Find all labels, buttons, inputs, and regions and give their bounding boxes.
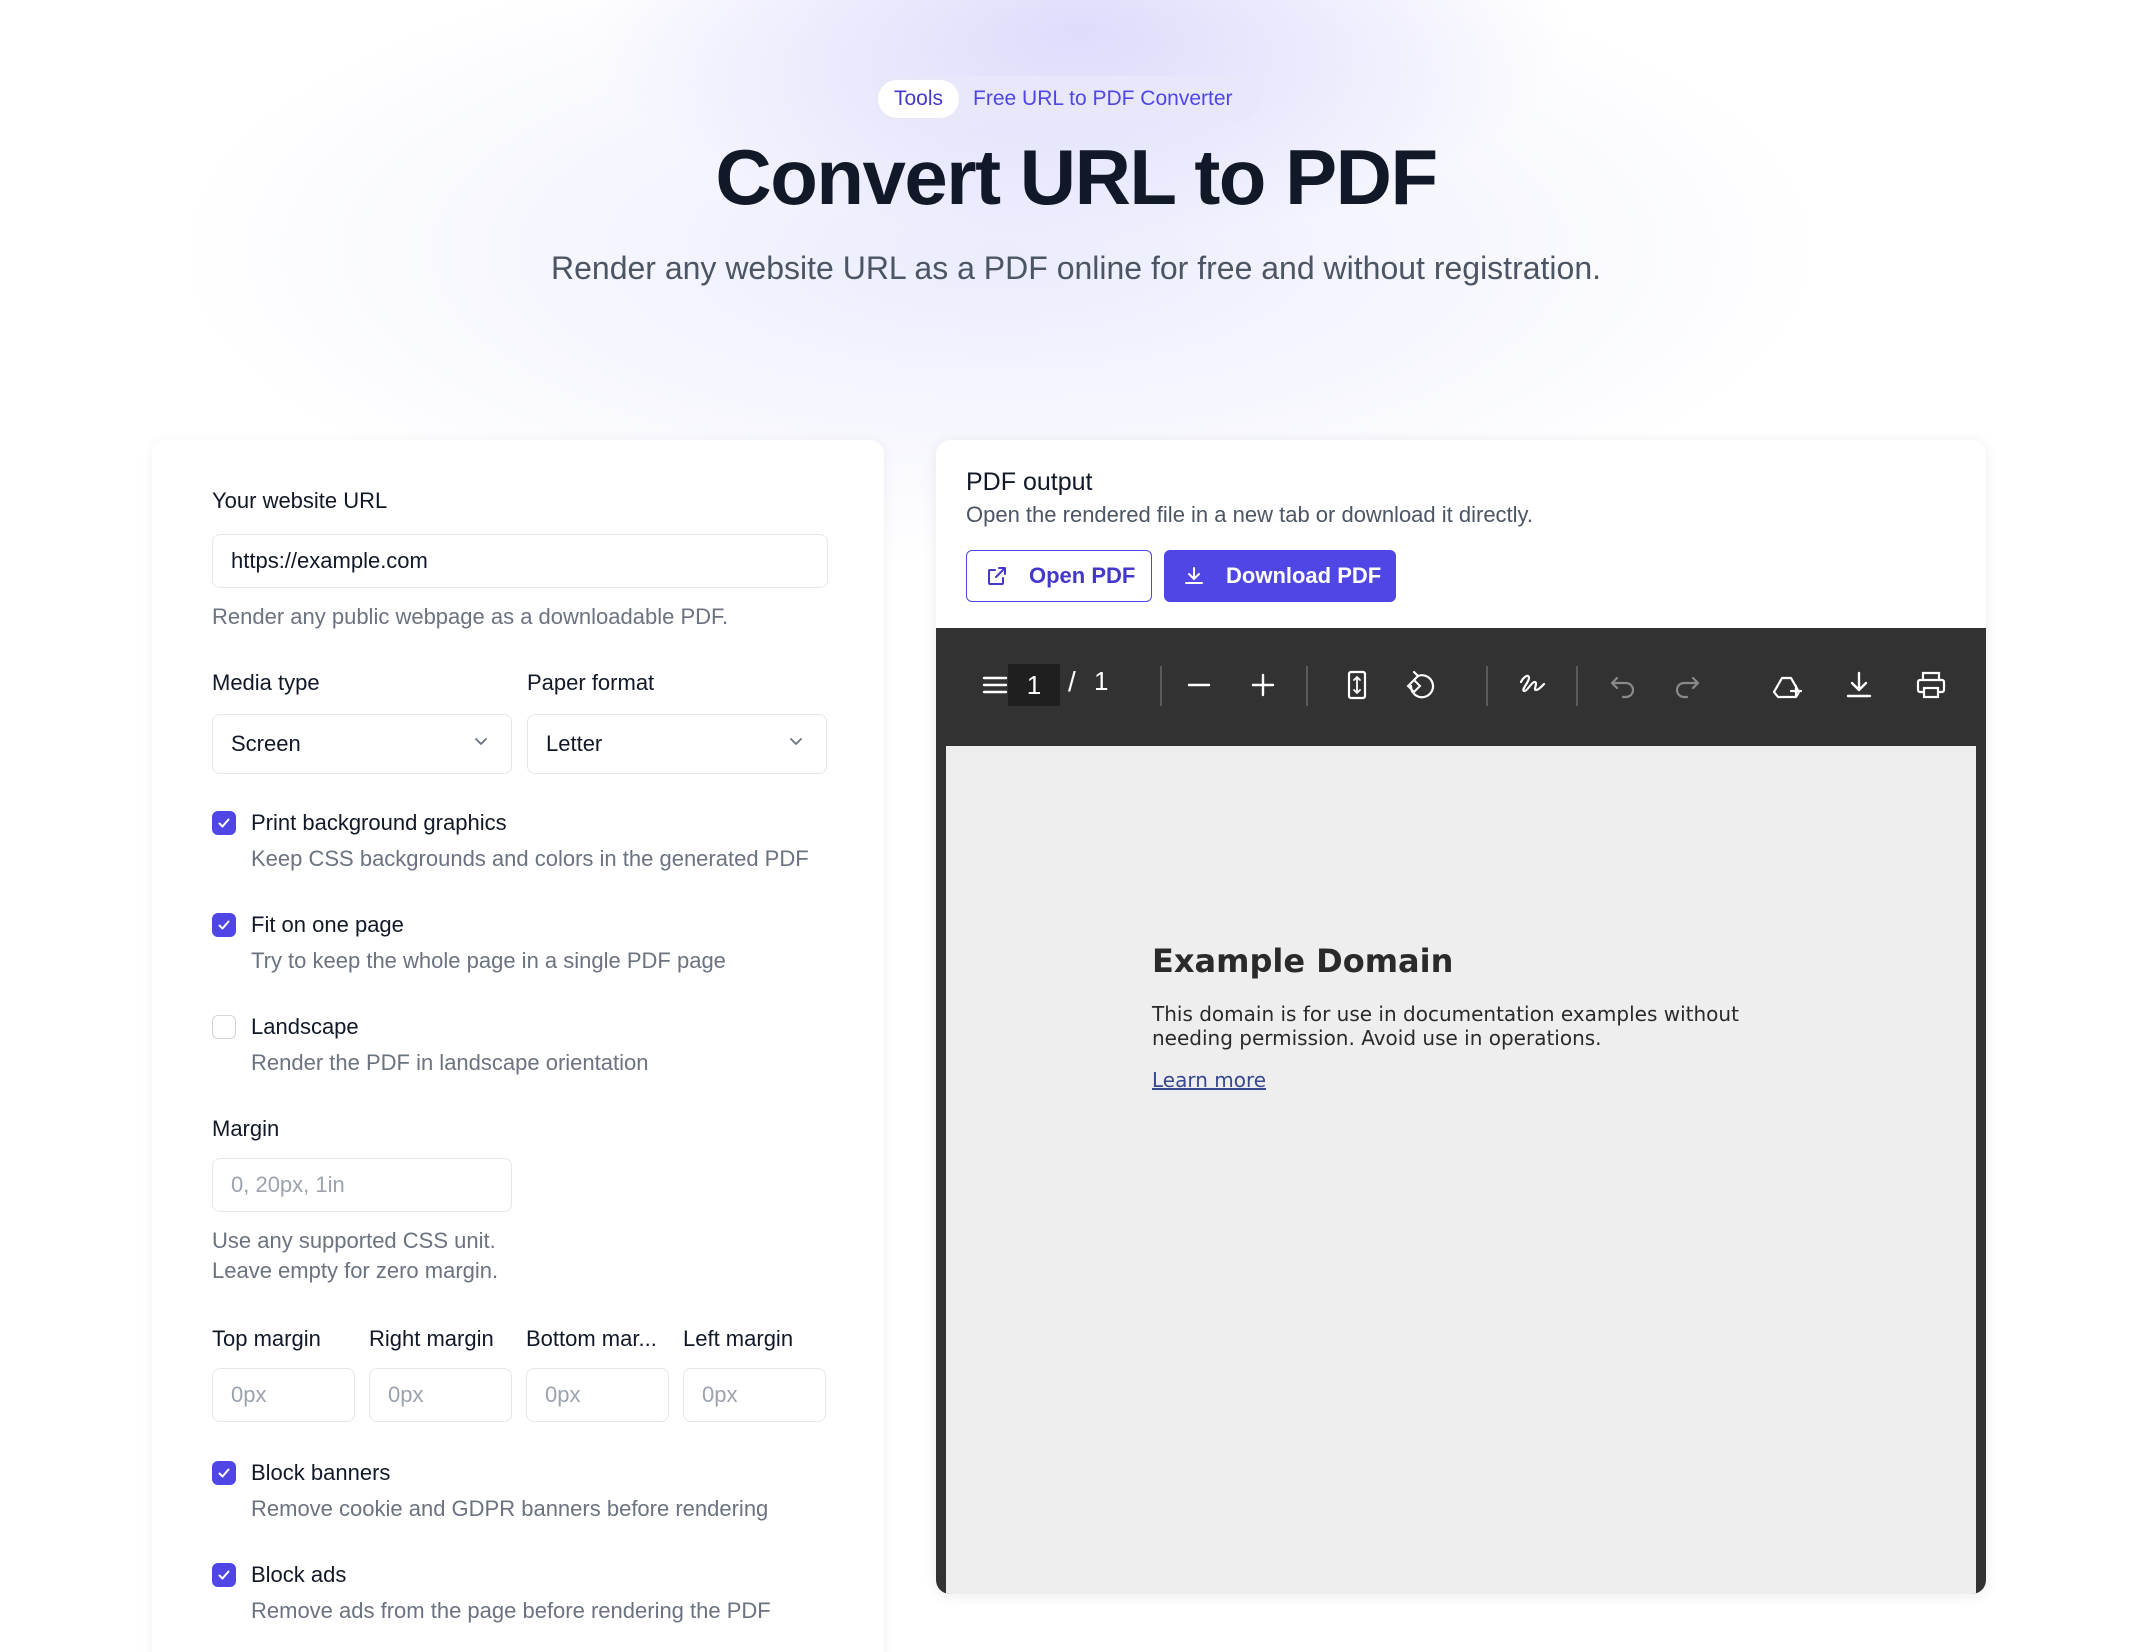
- print-background-desc: Keep CSS backgrounds and colors in the g…: [251, 846, 809, 871]
- doc-paragraph: This domain is for use in documentation …: [1152, 1002, 1739, 1050]
- undo-icon[interactable]: [1606, 668, 1640, 702]
- print-background-label[interactable]: Print background graphics: [251, 810, 507, 836]
- toolbar-divider: [1160, 666, 1162, 706]
- download-pdf-button[interactable]: Download PDF: [1164, 550, 1396, 602]
- zoom-out-icon[interactable]: [1182, 668, 1216, 702]
- pdf-output-title: PDF output: [966, 468, 1093, 496]
- pdf-output-card: PDF output Open the rendered file in a n…: [936, 440, 1986, 1594]
- open-pdf-label: Open PDF: [1029, 563, 1136, 588]
- breadcrumb-badge: Tools Free URL to PDF Converter: [874, 76, 1260, 122]
- external-link-icon: [988, 567, 1006, 585]
- block-ads-label[interactable]: Block ads: [251, 1562, 346, 1588]
- url-hint: Render any public webpage as a downloada…: [212, 604, 729, 629]
- page-title: Convert URL to PDF: [715, 133, 1438, 221]
- rotate-icon[interactable]: [1404, 668, 1438, 702]
- media-type-label: Media type: [212, 670, 320, 695]
- paper-format-label: Paper format: [527, 670, 655, 695]
- doc-learn-more-link[interactable]: Learn more: [1152, 1068, 1266, 1092]
- doc-heading: Example Domain: [1152, 942, 1454, 980]
- fit-page-icon[interactable]: [1340, 668, 1374, 702]
- pdf-toolbar: 1 / 1: [936, 628, 1986, 742]
- pdf-page: Example Domain This domain is for use in…: [946, 746, 1976, 1594]
- url-label: Your website URL: [212, 488, 388, 513]
- drive-add-icon[interactable]: [1770, 668, 1804, 702]
- block-banners-desc: Remove cookie and GDPR banners before re…: [251, 1496, 769, 1521]
- block-banners-checkbox[interactable]: [212, 1461, 236, 1485]
- paper-format-value: Letter: [546, 731, 603, 756]
- checkmark-icon: [218, 1468, 230, 1478]
- left-margin-label: Left margin: [683, 1326, 794, 1351]
- toolbar-divider: [1576, 666, 1578, 706]
- media-type-select[interactable]: Screen: [212, 714, 512, 774]
- page-total: 1: [1094, 666, 1109, 696]
- landscape-checkbox[interactable]: [212, 1015, 236, 1039]
- left-margin-input[interactable]: 0px: [683, 1368, 826, 1422]
- chevron-down-icon: [790, 738, 802, 745]
- settings-card: Your website URL https://example.com Ren…: [152, 440, 884, 1652]
- top-margin-input[interactable]: 0px: [212, 1368, 355, 1422]
- margin-label: Margin: [212, 1116, 280, 1141]
- checkmark-icon: [218, 920, 230, 930]
- landscape-label[interactable]: Landscape: [251, 1014, 359, 1040]
- page-separator: /: [1068, 666, 1076, 697]
- draw-icon[interactable]: [1516, 668, 1550, 702]
- fit-one-page-desc: Try to keep the whole page in a single P…: [251, 948, 726, 973]
- print-background-checkbox[interactable]: [212, 811, 236, 835]
- right-margin-input[interactable]: 0px: [369, 1368, 512, 1422]
- top-margin-label: Top margin: [212, 1326, 321, 1351]
- breadcrumb-current: Free URL to PDF Converter: [973, 87, 1233, 110]
- chevron-down-icon: [475, 738, 487, 745]
- block-banners-label[interactable]: Block banners: [251, 1460, 390, 1486]
- download-pdf-label: Download PDF: [1226, 563, 1382, 588]
- pdf-output-desc: Open the rendered file in a new tab or d…: [966, 502, 1534, 527]
- media-type-value: Screen: [231, 731, 301, 756]
- toolbar-divider: [1486, 666, 1488, 706]
- fit-one-page-label[interactable]: Fit on one page: [251, 912, 404, 938]
- redo-icon[interactable]: [1670, 668, 1704, 702]
- fit-one-page-checkbox[interactable]: [212, 913, 236, 937]
- paper-format-select[interactable]: Letter: [527, 714, 827, 774]
- block-ads-desc: Remove ads from the page before renderin…: [251, 1598, 771, 1623]
- margin-input[interactable]: 0, 20px, 1in: [212, 1158, 512, 1212]
- margin-hint-2: Leave empty for zero margin.: [212, 1258, 499, 1283]
- zoom-in-icon[interactable]: [1246, 668, 1280, 702]
- toolbar-divider: [1306, 666, 1308, 706]
- landscape-desc: Render the PDF in landscape orientation: [251, 1050, 649, 1075]
- right-margin-label: Right margin: [369, 1326, 494, 1351]
- block-ads-checkbox[interactable]: [212, 1563, 236, 1587]
- url-input[interactable]: https://example.com: [212, 534, 828, 588]
- download-icon[interactable]: [1842, 668, 1876, 702]
- checkmark-icon: [218, 818, 230, 828]
- breadcrumb-tools-link[interactable]: Tools: [878, 80, 960, 118]
- download-icon: [1185, 567, 1203, 584]
- print-icon[interactable]: [1914, 668, 1948, 702]
- page-number-input[interactable]: 1: [1008, 664, 1060, 706]
- bottom-margin-input[interactable]: 0px: [526, 1368, 669, 1422]
- page-subtitle: Render any website URL as a PDF online f…: [550, 250, 1601, 286]
- menu-icon[interactable]: [978, 668, 1012, 702]
- pdf-viewer: 1 / 1 Example Domain This domain is for …: [936, 628, 1986, 1594]
- margin-hint-1: Use any supported CSS unit.: [212, 1228, 496, 1253]
- bottom-margin-label: Bottom mar...: [526, 1326, 657, 1351]
- checkmark-icon: [218, 1570, 230, 1580]
- open-pdf-button[interactable]: Open PDF: [966, 550, 1152, 602]
